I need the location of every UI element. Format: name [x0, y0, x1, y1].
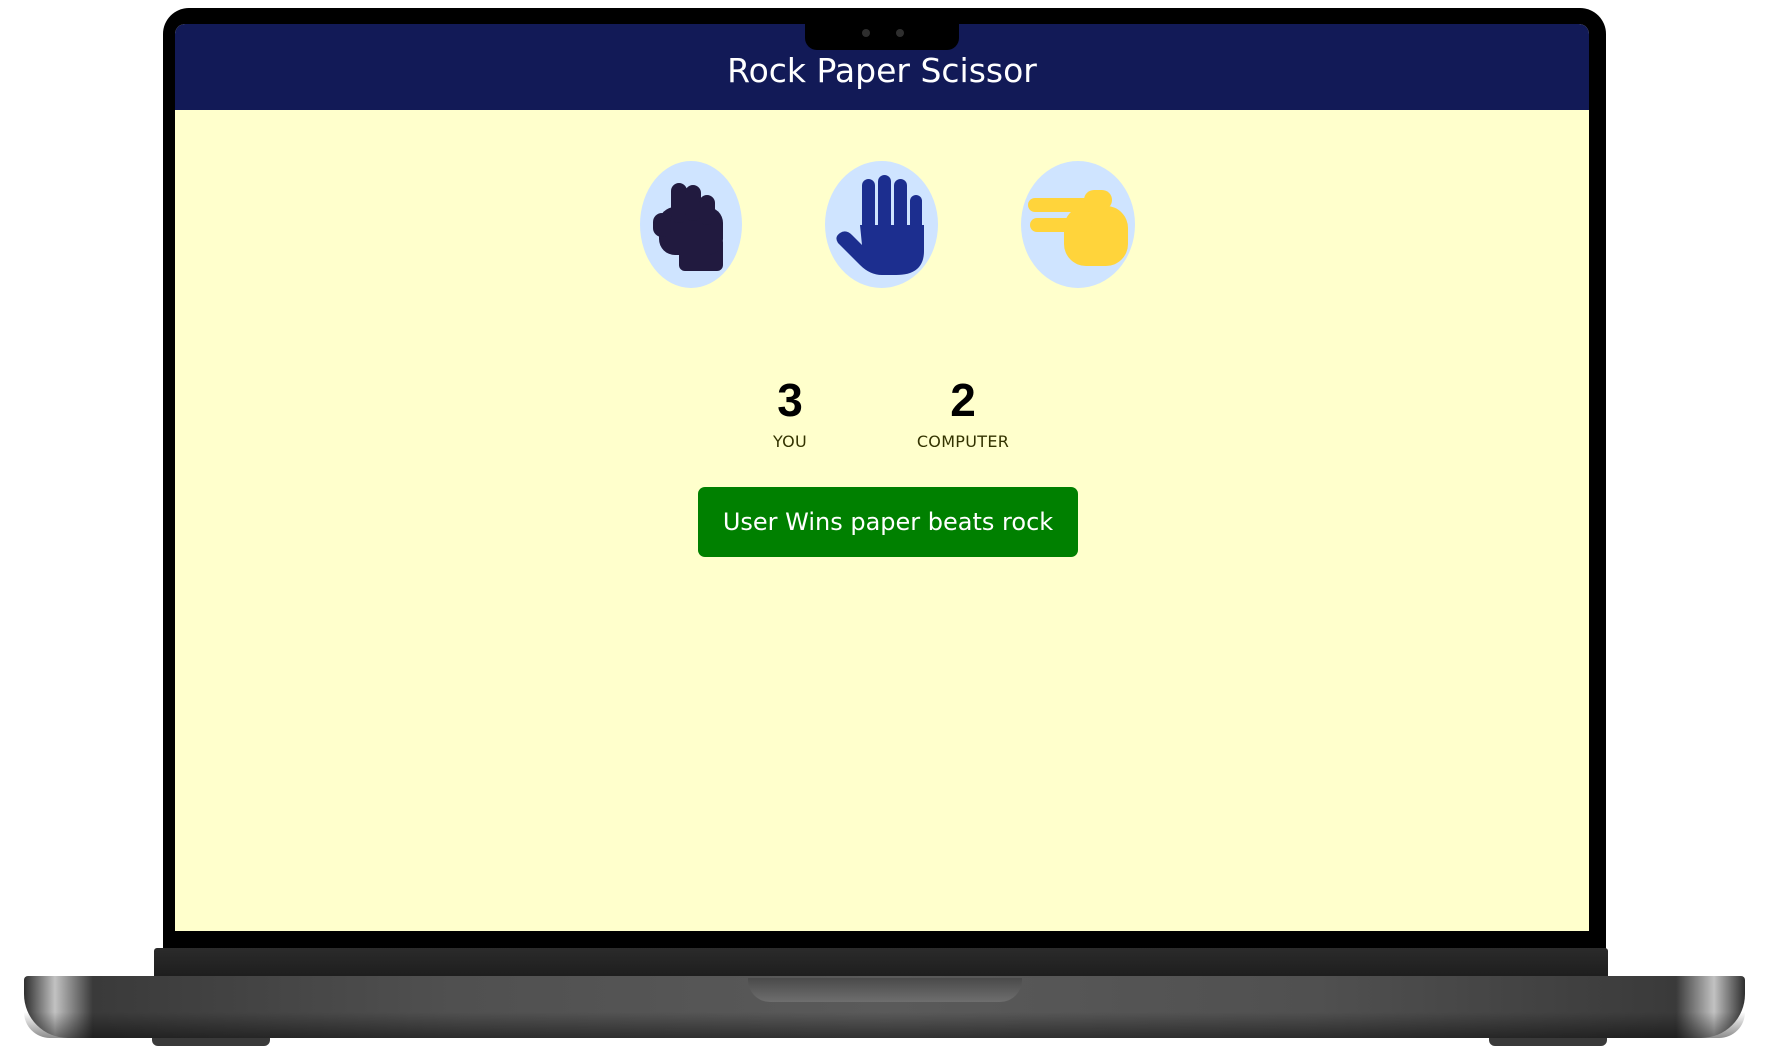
rock-fist-icon	[653, 182, 723, 271]
browser-viewport: Rock Paper Scissor 3 YOU 2 COMPUTER User…	[175, 24, 1589, 931]
paper-hand-icon	[835, 174, 924, 275]
computer-score-panel: 2 COMPUTER	[883, 376, 1043, 451]
computer-score: 2	[950, 374, 976, 426]
laptop-base-shadow	[24, 1012, 1745, 1038]
user-score: 3	[777, 374, 803, 426]
result-message: User Wins paper beats rock	[698, 487, 1078, 557]
laptop-foot-left	[152, 1038, 270, 1046]
user-score-label: YOU	[772, 432, 808, 451]
scissors-hand-icon	[1028, 189, 1128, 266]
camera-notch	[805, 22, 959, 50]
laptop-lid-opener	[748, 978, 1022, 1002]
user-score-panel: 3 YOU	[710, 376, 870, 451]
app-title: Rock Paper Scissor	[727, 50, 1037, 90]
choice-paper[interactable]	[825, 161, 938, 288]
computer-score-label: COMPUTER	[916, 432, 1010, 451]
choice-rock[interactable]	[640, 161, 742, 288]
choice-scissors[interactable]	[1021, 161, 1135, 288]
laptop-foot-right	[1489, 1038, 1607, 1046]
sensor-dot	[896, 29, 904, 37]
camera-dot	[862, 29, 870, 37]
laptop-mockup: Rock Paper Scissor 3 YOU 2 COMPUTER User…	[0, 0, 1769, 1048]
